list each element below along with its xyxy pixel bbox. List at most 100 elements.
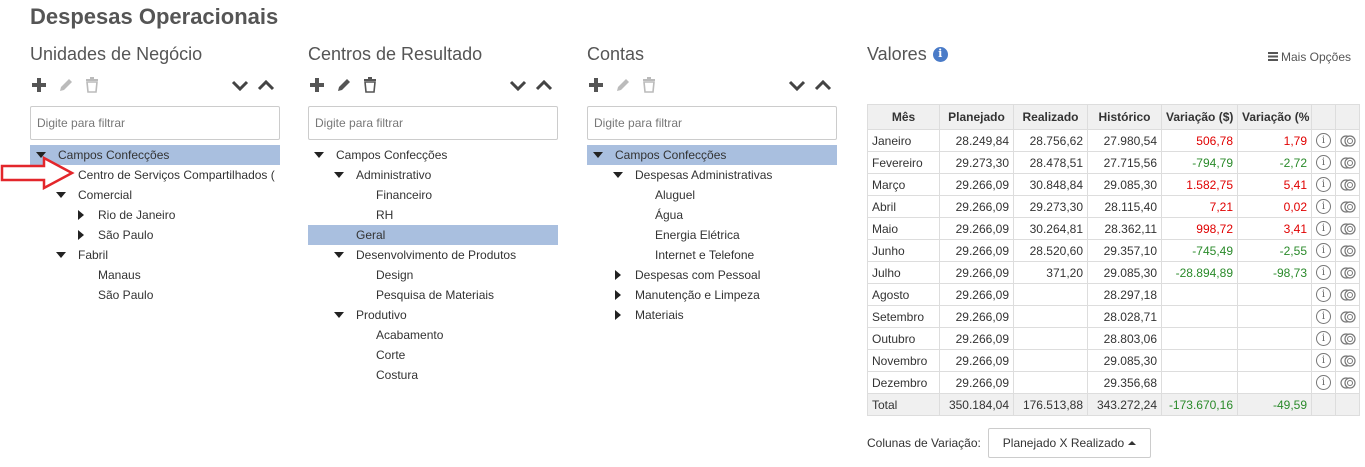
col-mes[interactable]: Mês — [867, 104, 940, 130]
chevron-down-icon[interactable] — [788, 76, 806, 94]
cell-var-abs: 7,21 — [1161, 195, 1238, 218]
pencil-icon[interactable] — [335, 76, 353, 94]
tree-item[interactable]: Rio de Janeiro — [30, 205, 280, 225]
col-historico[interactable]: Histórico — [1087, 104, 1162, 130]
coins-icon[interactable] — [1339, 310, 1356, 324]
tree-item[interactable]: Energia Elétrica — [587, 225, 837, 245]
tree-item[interactable]: Manaus — [30, 265, 280, 285]
info-circle-icon[interactable]: i — [1316, 287, 1331, 303]
caret-right-icon[interactable] — [613, 285, 623, 305]
pencil-icon[interactable] — [57, 76, 75, 94]
info-circle-icon[interactable]: i — [1316, 155, 1331, 171]
caret-down-icon[interactable] — [613, 165, 623, 185]
col-planejado[interactable]: Planejado — [939, 104, 1014, 130]
coins-icon[interactable] — [1339, 244, 1356, 258]
chevron-up-icon[interactable] — [535, 76, 553, 94]
info-circle-icon[interactable]: i — [1316, 375, 1331, 391]
trash-icon[interactable] — [83, 76, 101, 94]
caret-right-icon[interactable] — [76, 225, 86, 245]
info-circle-icon[interactable]: i — [1316, 309, 1331, 325]
tree-item[interactable]: Desenvolvimento de Produtos — [308, 245, 558, 265]
info-circle-icon[interactable]: i — [1316, 221, 1331, 237]
coins-icon[interactable] — [1339, 156, 1356, 170]
add-icon[interactable] — [308, 76, 326, 94]
coins-icon[interactable] — [1339, 288, 1356, 302]
chevron-down-icon[interactable] — [509, 76, 527, 94]
info-circle-icon[interactable]: i — [1316, 199, 1331, 215]
tree-item[interactable]: Água — [587, 205, 837, 225]
cell-mes: Maio — [867, 217, 940, 240]
caret-down-icon[interactable] — [334, 305, 344, 325]
coins-icon[interactable] — [1339, 178, 1356, 192]
chevron-up-icon[interactable] — [257, 76, 275, 94]
trash-icon[interactable] — [361, 76, 379, 94]
add-icon[interactable] — [587, 76, 605, 94]
tree-item[interactable]: São Paulo — [30, 225, 280, 245]
cell-planejado: 29.266,09 — [939, 261, 1014, 284]
contas-filter-input[interactable] — [587, 106, 837, 140]
tree-item[interactable]: Financeiro — [308, 185, 558, 205]
info-circle-icon[interactable]: i — [1316, 265, 1331, 281]
tree-item[interactable]: Pesquisa de Materiais — [308, 285, 558, 305]
pencil-icon[interactable] — [614, 76, 632, 94]
tree-item[interactable]: Internet e Telefone — [587, 245, 837, 265]
col-realizado[interactable]: Realizado — [1013, 104, 1088, 130]
tree-item-label: Manaus — [98, 268, 141, 282]
tree-item[interactable]: Manutenção e Limpeza — [587, 285, 837, 305]
coins-icon[interactable] — [1339, 222, 1356, 236]
caret-down-icon[interactable] — [593, 145, 603, 165]
tree-item[interactable]: Corte — [308, 345, 558, 365]
info-icon[interactable]: i — [932, 46, 948, 62]
unidades-filter-input[interactable] — [30, 106, 280, 140]
caret-down-icon[interactable] — [334, 245, 344, 265]
coins-icon[interactable] — [1339, 266, 1356, 280]
col-variacao-pct[interactable]: Variação (% — [1237, 104, 1312, 130]
cell-var-pct: 0,02 — [1237, 195, 1312, 218]
cell-realizado: 30.264,81 — [1013, 217, 1088, 240]
info-circle-icon[interactable]: i — [1316, 133, 1331, 149]
tree-item[interactable]: Despesas com Pessoal — [587, 265, 837, 285]
cell-realizado: 29.273,30 — [1013, 195, 1088, 218]
tree-item[interactable]: Produtivo — [308, 305, 558, 325]
tree-item-label: Administrativo — [356, 168, 432, 182]
caret-down-icon[interactable] — [56, 245, 66, 265]
col-variacao-abs[interactable]: Variação ($) — [1161, 104, 1238, 130]
tree-item[interactable]: Geral — [308, 225, 558, 245]
tree-item[interactable]: São Paulo — [30, 285, 280, 305]
table-header-row: Mês Planejado Realizado Histórico Variaç… — [867, 104, 1360, 130]
tree-item[interactable]: Campos Confecções — [587, 145, 837, 165]
tree-item[interactable]: Despesas Administrativas — [587, 165, 837, 185]
variacao-dropdown-button[interactable]: Planejado X Realizado — [988, 428, 1151, 458]
coins-icon[interactable] — [1339, 200, 1356, 214]
tree-item[interactable]: Administrativo — [308, 165, 558, 185]
mais-opcoes-button[interactable]: Mais Opções — [1268, 50, 1351, 64]
tree-item-label: Acabamento — [376, 328, 444, 342]
tree-item[interactable]: Fabril — [30, 245, 280, 265]
caret-right-icon[interactable] — [613, 305, 623, 325]
info-circle-icon[interactable]: i — [1316, 177, 1331, 193]
tree-item[interactable]: Campos Confecções — [308, 145, 558, 165]
caret-down-icon[interactable] — [314, 145, 324, 165]
tree-item[interactable]: Design — [308, 265, 558, 285]
coins-icon[interactable] — [1339, 332, 1356, 346]
coins-icon[interactable] — [1339, 134, 1356, 148]
info-circle-icon[interactable]: i — [1316, 353, 1331, 369]
trash-icon[interactable] — [640, 76, 658, 94]
info-circle-icon[interactable]: i — [1316, 331, 1331, 347]
tree-item[interactable]: Costura — [308, 365, 558, 385]
coins-icon[interactable] — [1339, 354, 1356, 368]
caret-down-icon[interactable] — [334, 165, 344, 185]
caret-right-icon[interactable] — [76, 205, 86, 225]
cell-realizado: 28.478,51 — [1013, 151, 1088, 174]
add-icon[interactable] — [30, 76, 48, 94]
coins-icon[interactable] — [1339, 376, 1356, 390]
tree-item[interactable]: Acabamento — [308, 325, 558, 345]
tree-item[interactable]: RH — [308, 205, 558, 225]
caret-right-icon[interactable] — [613, 265, 623, 285]
info-circle-icon[interactable]: i — [1316, 243, 1331, 259]
tree-item[interactable]: Aluguel — [587, 185, 837, 205]
chevron-up-icon[interactable] — [814, 76, 832, 94]
chevron-down-icon[interactable] — [231, 76, 249, 94]
centros-filter-input[interactable] — [308, 106, 558, 140]
tree-item[interactable]: Materiais — [587, 305, 837, 325]
